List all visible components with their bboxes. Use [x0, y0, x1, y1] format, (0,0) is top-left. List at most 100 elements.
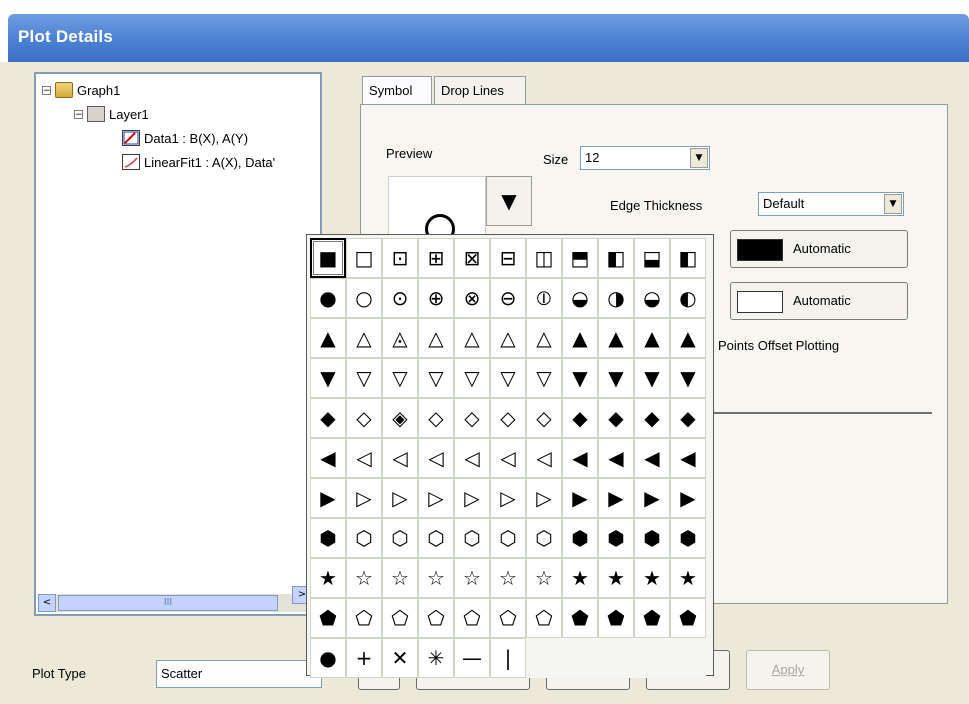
symbol-cell[interactable]: ⬢ — [634, 518, 670, 558]
apply-button[interactable]: Apply — [746, 650, 830, 690]
symbol-cell[interactable]: ◆ — [598, 398, 634, 438]
symbol-cell[interactable]: ◁ — [382, 438, 418, 478]
symbol-cell[interactable]: ☆ — [346, 558, 382, 598]
symbol-cell[interactable]: ⬟ — [634, 598, 670, 638]
symbol-cell[interactable]: ★ — [310, 558, 346, 598]
symbol-cell[interactable]: ▼ — [562, 358, 598, 398]
symbol-cell[interactable]: ▶ — [670, 478, 706, 518]
symbol-cell[interactable]: ◇ — [346, 398, 382, 438]
symbol-cell[interactable]: ⦶ — [526, 278, 562, 318]
symbol-cell[interactable]: ◆ — [310, 398, 346, 438]
symbol-cell[interactable]: ⬢ — [598, 518, 634, 558]
symbol-cell[interactable]: ★ — [598, 558, 634, 598]
tree-node-data1[interactable]: Data1 : B(X), A(Y) — [122, 130, 248, 146]
symbol-cell[interactable]: ● — [310, 638, 346, 678]
symbol-cell[interactable]: ⊕ — [418, 278, 454, 318]
symbol-cell[interactable]: ▽ — [382, 358, 418, 398]
symbol-cell[interactable]: ★ — [670, 558, 706, 598]
symbol-cell[interactable]: ⬢ — [562, 518, 598, 558]
symbol-cell[interactable]: ▲ — [562, 318, 598, 358]
symbol-cell[interactable]: ◬ — [382, 318, 418, 358]
symbol-cell[interactable]: ▷ — [454, 478, 490, 518]
symbol-cell[interactable]: ◒ — [634, 278, 670, 318]
symbol-cell[interactable]: ◧ — [670, 238, 706, 278]
scroll-thumb[interactable]: III — [58, 595, 278, 611]
symbol-cell[interactable]: ▼ — [634, 358, 670, 398]
tree-node-layer1[interactable]: − Layer1 — [74, 106, 149, 122]
symbol-cell[interactable]: ☆ — [418, 558, 454, 598]
symbol-cell[interactable]: ◁ — [346, 438, 382, 478]
symbol-cell[interactable]: ⬡ — [346, 518, 382, 558]
symbol-cell[interactable]: ⊙ — [382, 278, 418, 318]
symbol-cell[interactable]: ★ — [562, 558, 598, 598]
symbol-cell[interactable]: ⬠ — [418, 598, 454, 638]
symbol-cell[interactable]: ⬠ — [526, 598, 562, 638]
symbol-cell[interactable]: △ — [454, 318, 490, 358]
tree-horizontal-scrollbar[interactable]: < III — [38, 594, 318, 612]
symbol-cell[interactable]: ○ — [346, 278, 382, 318]
size-combo[interactable]: 12 ▼ — [580, 146, 710, 170]
symbol-cell[interactable]: + — [346, 638, 382, 678]
symbol-cell[interactable]: ▲ — [670, 318, 706, 358]
symbol-cell[interactable]: ⬡ — [382, 518, 418, 558]
plot-tree[interactable]: − Graph1 − Layer1 Data1 : B(X), A(Y) Lin… — [34, 72, 322, 616]
symbol-cell[interactable]: △ — [490, 318, 526, 358]
symbol-cell[interactable]: ★ — [634, 558, 670, 598]
title-bar[interactable]: Plot Details — [8, 14, 969, 62]
fill-color-button[interactable]: Automatic — [730, 282, 908, 320]
symbol-cell[interactable]: ⬠ — [382, 598, 418, 638]
symbol-cell[interactable]: ☆ — [526, 558, 562, 598]
symbol-cell[interactable]: ⊖ — [490, 278, 526, 318]
symbol-cell[interactable]: ⬟ — [310, 598, 346, 638]
symbol-cell[interactable]: ◇ — [454, 398, 490, 438]
symbol-cell[interactable]: ◀ — [310, 438, 346, 478]
symbol-cell[interactable]: ▼ — [670, 358, 706, 398]
symbol-cell[interactable]: ▶ — [598, 478, 634, 518]
symbol-cell[interactable]: ◆ — [634, 398, 670, 438]
symbol-cell[interactable]: ▲ — [634, 318, 670, 358]
symbol-cell[interactable]: ⬠ — [454, 598, 490, 638]
tree-node-linearfit1[interactable]: LinearFit1 : A(X), Data' — [122, 154, 275, 170]
symbol-cell[interactable]: ▼ — [310, 358, 346, 398]
symbol-cell[interactable]: ▽ — [418, 358, 454, 398]
symbol-cell[interactable]: ◐ — [670, 278, 706, 318]
symbol-cell[interactable]: ▷ — [382, 478, 418, 518]
symbol-cell[interactable]: △ — [526, 318, 562, 358]
symbol-cell[interactable]: ▽ — [346, 358, 382, 398]
symbol-cell[interactable]: ◇ — [490, 398, 526, 438]
symbol-cell[interactable]: ▽ — [490, 358, 526, 398]
symbol-cell[interactable]: ▽ — [526, 358, 562, 398]
symbol-cell[interactable]: △ — [418, 318, 454, 358]
symbol-cell[interactable]: ◒ — [562, 278, 598, 318]
symbol-cell[interactable]: ✕ — [382, 638, 418, 678]
symbol-cell[interactable]: ▲ — [598, 318, 634, 358]
symbol-cell[interactable]: ◑ — [598, 278, 634, 318]
tab-symbol[interactable]: Symbol — [362, 76, 432, 104]
scroll-left-icon[interactable]: < — [38, 594, 56, 612]
symbol-cell[interactable]: □ — [346, 238, 382, 278]
symbol-palette-popup[interactable]: ■ □ ⊡ ⊞ ⊠ ⊟ ◫ ⬒ ◧ ⬓ ◧ ● ○ ⊙ ⊕ ⊗ ⊖ ⦶ ◒ ◑ ◒ ◐ ▲ △ ◬ △ △ △ △ ▲ ▲ ▲ ▲ ▼ ▽ ▽ ▽ ▽ ▽ ▽… — [306, 234, 714, 678]
tree-node-graph1[interactable]: − Graph1 — [42, 82, 120, 98]
symbol-cell[interactable]: ◇ — [526, 398, 562, 438]
symbol-cell[interactable]: ◁ — [526, 438, 562, 478]
symbol-cell[interactable]: ✳ — [418, 638, 454, 678]
symbol-cell[interactable]: ☆ — [454, 558, 490, 598]
symbol-cell[interactable]: ◇ — [418, 398, 454, 438]
edge-color-button[interactable]: Automatic — [730, 230, 908, 268]
symbol-cell[interactable]: ⬒ — [562, 238, 598, 278]
symbol-dropdown-button[interactable]: ▼ — [486, 176, 532, 226]
symbol-cell[interactable]: ⊠ — [454, 238, 490, 278]
symbol-cell[interactable]: ◀ — [562, 438, 598, 478]
symbol-cell[interactable]: ▶ — [310, 478, 346, 518]
symbol-cell[interactable]: ⊗ — [454, 278, 490, 318]
symbol-cell[interactable]: ⬢ — [310, 518, 346, 558]
plot-type-combo[interactable]: Scatter — [156, 660, 322, 688]
symbol-cell[interactable]: ◁ — [490, 438, 526, 478]
symbol-cell[interactable]: △ — [346, 318, 382, 358]
symbol-cell[interactable]: ▲ — [310, 318, 346, 358]
chevron-down-icon[interactable]: ▼ — [690, 148, 708, 168]
symbol-cell[interactable]: ⬡ — [418, 518, 454, 558]
collapse-icon[interactable]: − — [74, 109, 83, 119]
symbol-cell[interactable]: | — [490, 638, 526, 678]
symbol-cell[interactable]: ⬡ — [454, 518, 490, 558]
